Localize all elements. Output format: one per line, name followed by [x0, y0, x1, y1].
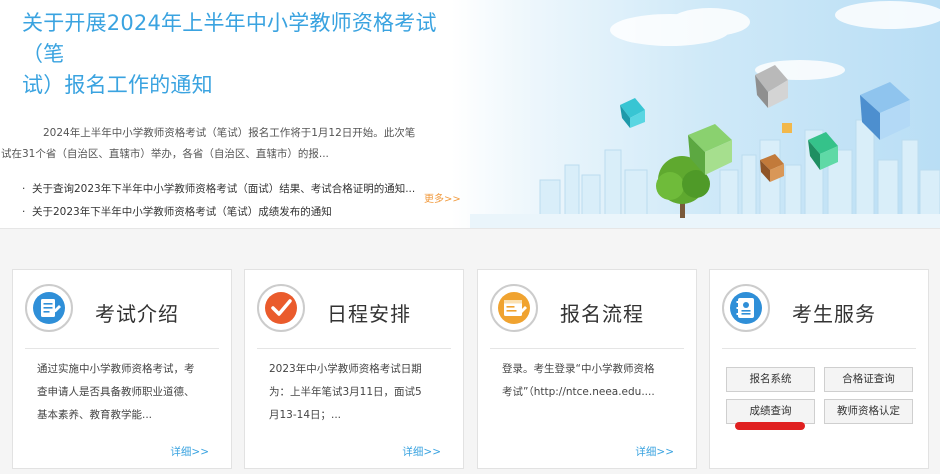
news-more-link[interactable]: 更多>> [424, 190, 461, 205]
news-headline-line-1[interactable]: 关于开展2024年上半年中小学教师资格考试（笔 [22, 11, 437, 66]
certificate-query-button[interactable]: 合格证查询 [824, 367, 913, 392]
news-panel: 关于开展2024年上半年中小学教师资格考试（笔 试）报名工作的通知 2024年上… [1, 8, 467, 224]
card-description-line: 查申请人是否具备教师职业道德、 [37, 386, 195, 398]
registration-system-button[interactable]: 报名系统 [726, 367, 815, 392]
document-icon [33, 292, 65, 324]
service-cards: 考试介绍 通过实施中小学教师资格考试，考 查申请人是否具备教师职业道德、 基本素… [0, 229, 940, 474]
news-headline[interactable]: 关于开展2024年上半年中小学教师资格考试（笔 试）报名工作的通知 [22, 8, 467, 101]
card-registration-process[interactable]: 报名流程 登录。考生登录“中小学教师资格 考试”（http://ntce.nee… [477, 269, 697, 469]
card-more-link[interactable]: 详细>> [635, 444, 674, 459]
card-divider [722, 348, 916, 349]
news-summary-line-1: 2024年上半年中小学教师资格考试（笔试）报名工作将于1月12日开始。此次笔 [43, 127, 416, 139]
card-more-link[interactable]: 详细>> [402, 444, 441, 459]
card-description-line: 登录。考生登录“中小学教师资格 [502, 363, 655, 375]
news-list-item[interactable]: · 关于2023年下半年中小学教师资格考试（笔试）成绩发布的通知 [22, 201, 467, 224]
bullet-icon: · [22, 206, 26, 218]
news-item-link[interactable]: 关于2023年下半年中小学教师资格考试（笔试）成绩发布的通知 [32, 206, 332, 218]
card-title: 考生服务 [792, 302, 876, 326]
card-title[interactable]: 考试介绍 [95, 298, 179, 327]
card-divider [257, 348, 451, 349]
card-title[interactable]: 日程安排 [327, 298, 411, 327]
icon-circle [490, 284, 538, 332]
teacher-qualification-button[interactable]: 教师资格认定 [824, 399, 913, 424]
card-description: 登录。考生登录“中小学教师资格 考试”（http://ntce.neea.edu… [502, 358, 678, 404]
card-description: 2023年中小学教师资格考试日期 为：上半年笔试3月11日，面试5 月13-14… [269, 358, 445, 427]
card-description-line: 月13-14日；... [269, 409, 342, 421]
card-divider [25, 348, 219, 349]
card-description: 通过实施中小学教师资格考试，考 查申请人是否具备教师职业道德、 基本素养、教育教… [37, 358, 213, 427]
card-description-line: 2023年中小学教师资格考试日期 [269, 363, 422, 375]
bullet-icon: · [22, 183, 26, 195]
card-more-link[interactable]: 详细>> [170, 444, 209, 459]
card-description-line: 通过实施中小学教师资格考试，考 [37, 363, 195, 375]
news-headline-line-2[interactable]: 试）报名工作的通知 [22, 73, 213, 97]
form-icon [498, 292, 530, 324]
icon-circle [25, 284, 73, 332]
card-description-line: 考试”（http://ntce.neea.edu.... [502, 386, 655, 398]
news-item-link[interactable]: 关于查询2023年下半年中小学教师资格考试（面试）结果、考试合格证明的通知... [32, 183, 415, 195]
card-description-line: 为：上半年笔试3月11日，面试5 [269, 386, 422, 398]
icon-circle [722, 284, 770, 332]
card-exam-intro[interactable]: 考试介绍 通过实施中小学教师资格考试，考 查申请人是否具备教师职业道德、 基本素… [12, 269, 232, 469]
cube-icon [782, 123, 792, 133]
news-summary: 2024年上半年中小学教师资格考试（笔试）报名工作将于1月12日开始。此次笔 试… [1, 123, 467, 165]
score-query-button[interactable]: 成绩查询 [726, 399, 815, 424]
cube-icon [620, 98, 645, 128]
ground-icon [470, 214, 940, 228]
news-list: · 关于查询2023年下半年中小学教师资格考试（面试）结果、考试合格证明的通知..… [22, 178, 467, 224]
news-banner: 关于开展2024年上半年中小学教师资格考试（笔 试）报名工作的通知 2024年上… [0, 0, 940, 228]
card-schedule[interactable]: 日程安排 2023年中小学教师资格考试日期 为：上半年笔试3月11日，面试5 月… [244, 269, 464, 469]
card-candidate-services: 考生服务 报名系统 合格证查询 成绩查询 教师资格认定 [709, 269, 929, 469]
banner-illustration [470, 1, 940, 228]
checkmark-icon [265, 292, 297, 324]
contact-card-icon [730, 292, 762, 324]
highlight-underline [735, 422, 805, 430]
card-divider [490, 348, 684, 349]
icon-circle [257, 284, 305, 332]
card-title[interactable]: 报名流程 [560, 298, 644, 327]
news-summary-line-2: 试在31个省（自治区、直辖市）举办，各省（自治区、直辖市）的报... [1, 148, 329, 160]
card-description-line: 基本素养、教育教学能... [37, 409, 153, 421]
news-list-item[interactable]: · 关于查询2023年下半年中小学教师资格考试（面试）结果、考试合格证明的通知..… [22, 178, 467, 201]
